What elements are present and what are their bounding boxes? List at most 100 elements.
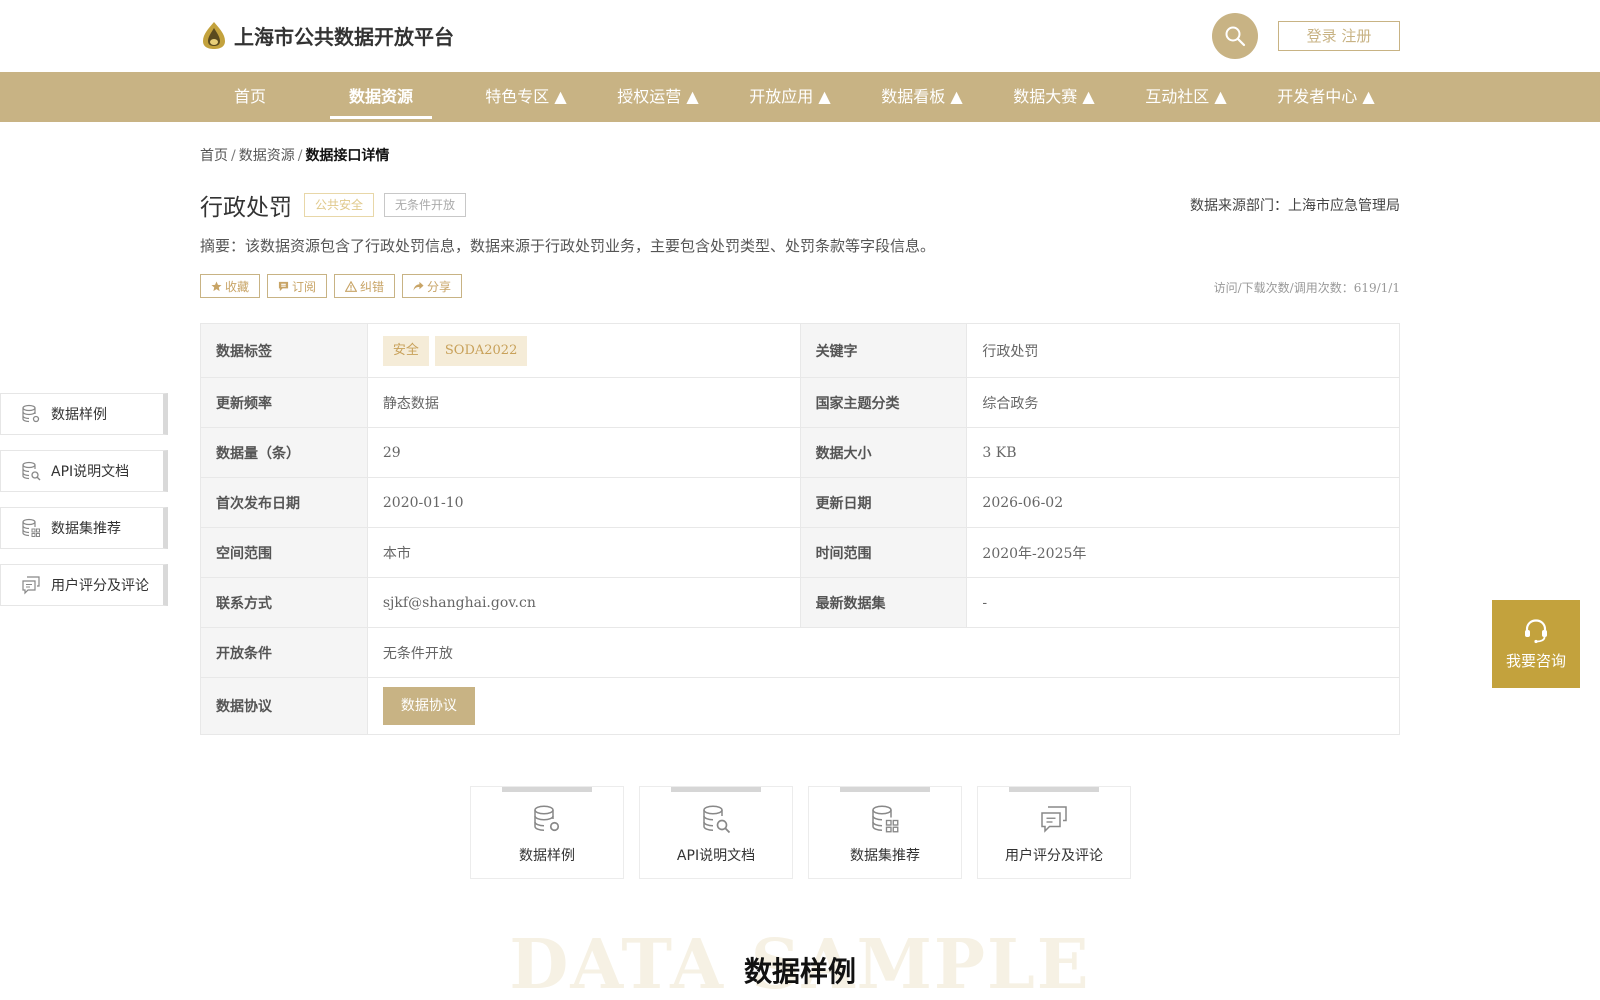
card-top-bar [671, 787, 761, 792]
subscribe-icon [278, 281, 289, 291]
site-logo[interactable]: 上海市公共数据开放平台 [200, 20, 454, 50]
nav-home[interactable]: 首页 [220, 72, 280, 122]
latest-dataset-value: - [966, 577, 1400, 628]
keyword-label: 关键字 [799, 323, 968, 378]
breadcrumb: 首页 / 数据资源 / 数据接口详情 [200, 145, 389, 165]
headset-icon [1525, 618, 1547, 643]
time-range-value: 2020年-2025年 [966, 527, 1400, 578]
nav-community[interactable]: 互动社区 ▲ [1126, 72, 1246, 122]
database-gear-icon [534, 805, 560, 832]
breadcrumb-home[interactable]: 首页 [200, 148, 228, 164]
card-data-sample[interactable]: 数据样例 [470, 786, 624, 879]
open-type-tag: 无条件开放 [384, 193, 467, 217]
side-item-label: 用户评分及评论 [51, 578, 149, 594]
nav-open-apps[interactable]: 开放应用 ▲ [730, 72, 850, 122]
subscribe-button[interactable]: 订阅 [267, 274, 328, 298]
update-frequency-label: 更新频率 [200, 377, 368, 428]
card-top-bar [502, 787, 592, 792]
site-title: 上海市公共数据开放平台 [234, 24, 454, 49]
logo-icon [203, 22, 225, 49]
card-label: 用户评分及评论 [1005, 848, 1103, 864]
side-item-label: API说明文档 [51, 464, 130, 480]
source-department: 数据来源部门：上海市应急管理局 [1190, 198, 1400, 214]
page-title: 行政处罚 [200, 195, 292, 221]
agreement-cell: 数据协议 [366, 677, 1401, 735]
side-anchor-nav: 数据样例 API说明文档 数据集推荐 用户评分及评论 [0, 393, 168, 621]
data-tag-chip[interactable]: SODA2022 [434, 335, 528, 366]
nav-authorized-operation[interactable]: 授权运营 ▲ [598, 72, 718, 122]
side-item-label: 数据样例 [51, 407, 107, 423]
summary-text: 摘要：该数据资源包含了行政处罚信息，数据来源于行政处罚业务，主要包含处罚类型、处… [200, 237, 936, 255]
nav-data-dashboard[interactable]: 数据看板 ▲ [862, 72, 982, 122]
action-bar: 收藏 订阅 纠错 分享 [200, 274, 469, 298]
site-header: 上海市公共数据开放平台 登录 注册 [0, 0, 1600, 72]
share-icon [413, 281, 424, 291]
side-item-data-sample[interactable]: 数据样例 [0, 393, 168, 435]
nav-data-resources[interactable]: 数据资源 [330, 72, 432, 122]
side-item-reviews[interactable]: 用户评分及评论 [0, 564, 168, 606]
card-dataset-recommend[interactable]: 数据集推荐 [808, 786, 962, 879]
nav-data-contest[interactable]: 数据大赛 ▲ [994, 72, 1114, 122]
breadcrumb-resources[interactable]: 数据资源 [239, 148, 295, 164]
data-tag-chip[interactable]: 安全 [382, 335, 429, 366]
card-api-doc[interactable]: API说明文档 [639, 786, 793, 879]
update-date-value: 2026-06-02 [966, 477, 1400, 528]
database-search-icon [703, 805, 731, 834]
table-row: 开放条件 无条件开放 [200, 627, 1401, 678]
title-row: 行政处罚 公共安全 无条件开放 [200, 188, 476, 222]
record-count-label: 数据量（条） [200, 427, 368, 478]
breadcrumb-separator: / [297, 148, 303, 164]
consult-button[interactable]: 我要咨询 [1492, 600, 1580, 688]
login-register-button[interactable]: 登录 注册 [1278, 21, 1400, 51]
time-range-label: 时间范围 [799, 527, 968, 578]
theme-value: 综合政务 [966, 377, 1400, 428]
comment-icon [1041, 806, 1067, 833]
search-button[interactable] [1212, 13, 1258, 59]
database-gear-icon [22, 404, 40, 423]
data-agreement-button[interactable]: 数据协议 [382, 687, 475, 725]
info-table: 数据标签 安全 SODA2022 关键字 行政处罚 更新频率 静态数据 国家主题分… [200, 323, 1401, 735]
comment-icon [22, 576, 40, 595]
theme-label: 国家主题分类 [799, 377, 968, 428]
nav-developer-center[interactable]: 开发者中心 ▲ [1258, 72, 1394, 122]
tags-value: 安全 SODA2022 [366, 323, 801, 378]
star-icon [211, 280, 222, 291]
search-icon [1225, 26, 1246, 47]
nav-active-indicator [330, 116, 432, 119]
table-row: 更新频率 静态数据 国家主题分类 综合政务 [200, 377, 1400, 428]
card-top-bar [1009, 787, 1099, 792]
spatial-range-value: 本市 [366, 527, 801, 578]
table-row: 首次发布日期 2020-01-10 更新日期 2026-06-02 [200, 477, 1400, 528]
latest-dataset-label: 最新数据集 [799, 577, 968, 628]
card-label: 数据集推荐 [850, 848, 920, 864]
open-condition-value: 无条件开放 [366, 627, 1401, 678]
data-size-value: 3 KB [966, 427, 1400, 478]
table-row: 空间范围 本市 时间范围 2020年-2025年 [200, 527, 1400, 578]
breadcrumb-separator: / [231, 148, 236, 164]
main-nav: 首页 数据资源 特色专区 ▲ 授权运营 ▲ 开放应用 ▲ 数据看板 ▲ 数据大赛… [0, 72, 1600, 122]
report-error-label: 纠错 [360, 279, 385, 294]
database-search-icon [22, 461, 41, 481]
agreement-label: 数据协议 [200, 677, 368, 735]
open-condition-label: 开放条件 [200, 627, 368, 678]
database-grid-icon [22, 518, 40, 537]
tags-label: 数据标签 [200, 323, 368, 378]
breadcrumb-current: 数据接口详情 [305, 148, 390, 164]
nav-special-zone[interactable]: 特色专区 ▲ [466, 72, 586, 122]
side-item-api-doc[interactable]: API说明文档 [0, 450, 168, 492]
card-top-bar [840, 787, 930, 792]
database-grid-icon [872, 805, 899, 833]
card-label: 数据样例 [519, 848, 575, 864]
share-button[interactable]: 分享 [402, 274, 463, 298]
table-row: 联系方式 sjkf@shanghai.gov.cn 最新数据集 - [200, 577, 1400, 628]
section-cards: 数据样例 API说明文档 数据集推荐 用户评分及评论 [470, 786, 1146, 879]
visit-count: 访问/下载次数/调用次数：619/1/1 [1213, 281, 1400, 295]
category-tag: 公共安全 [304, 193, 375, 217]
favorite-button[interactable]: 收藏 [200, 274, 261, 298]
report-error-button[interactable]: 纠错 [334, 274, 396, 298]
side-item-dataset-recommend[interactable]: 数据集推荐 [0, 507, 168, 549]
keyword-value: 行政处罚 [966, 323, 1400, 378]
warning-icon [345, 280, 358, 292]
card-reviews[interactable]: 用户评分及评论 [977, 786, 1131, 879]
update-frequency-value: 静态数据 [366, 377, 801, 428]
